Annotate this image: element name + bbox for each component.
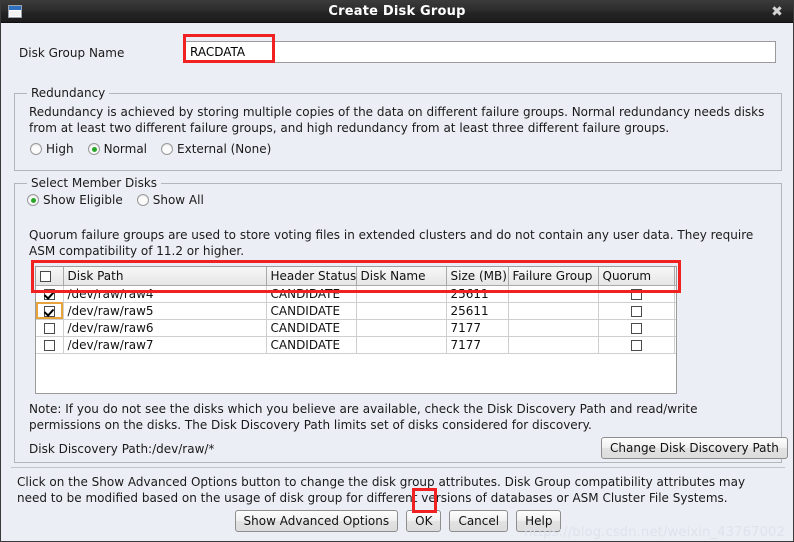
- disk-discovery-note: Note: If you do not see the disks which …: [29, 402, 698, 432]
- window-title: Create Disk Group: [328, 4, 466, 19]
- cell-disk-path: /dev/raw/raw6: [63, 319, 267, 337]
- cell-filler: [674, 302, 676, 320]
- checkbox-quorum-icon[interactable]: [630, 288, 642, 300]
- cell-disk-name: [356, 285, 447, 303]
- row-select-cell[interactable]: [36, 336, 64, 354]
- table-row[interactable]: /dev/raw/raw5 CANDIDATE 25611: [36, 302, 676, 320]
- disk-group-name-label: Disk Group Name: [19, 46, 125, 60]
- cell-failure-group: [508, 285, 599, 303]
- cell-disk-path: /dev/raw/raw4: [63, 285, 267, 303]
- redundancy-description: Redundancy is achieved by storing multip…: [29, 105, 765, 135]
- radio-icon: [161, 143, 174, 155]
- radio-redundancy-normal[interactable]: Normal: [87, 142, 148, 156]
- radio-icon: [30, 143, 42, 155]
- redundancy-legend: Redundancy: [27, 86, 110, 100]
- column-header-size-mb[interactable]: Size (MB): [446, 267, 509, 286]
- footer-hint: Click on the Show Advanced Options butto…: [17, 475, 746, 505]
- cell-filler: [674, 319, 676, 337]
- redundancy-radio-group: High Normal External (None): [30, 142, 285, 156]
- column-header-select-all[interactable]: [36, 267, 64, 286]
- dialog-content: Disk Group Name Redundancy Redundancy is…: [1, 23, 793, 541]
- disk-group-name-input[interactable]: [184, 41, 776, 63]
- select-member-disks-legend: Select Member Disks: [27, 176, 162, 190]
- radio-show-eligible[interactable]: Show Eligible: [27, 193, 123, 207]
- cell-quorum[interactable]: [598, 302, 675, 320]
- column-header-failure-group[interactable]: Failure Group: [508, 267, 599, 286]
- radio-label: Show All: [152, 193, 204, 207]
- row-select-cell[interactable]: [36, 285, 64, 303]
- cell-header-status: CANDIDATE: [266, 319, 357, 337]
- disks-table-panel[interactable]: Disk Path Header Status Disk Name Size (…: [35, 266, 677, 394]
- row-select-cell-focused[interactable]: [36, 302, 64, 320]
- table-row[interactable]: /dev/raw/raw4 CANDIDATE 25611: [36, 285, 676, 303]
- cell-disk-name: [356, 319, 447, 337]
- checkbox-row-select-icon[interactable]: [43, 305, 55, 317]
- cell-disk-path: /dev/raw/raw7: [63, 336, 267, 354]
- radio-label: Normal: [103, 142, 148, 156]
- cell-size-mb: 7177: [446, 319, 509, 337]
- checkbox-quorum-icon[interactable]: [630, 305, 642, 317]
- cancel-button[interactable]: Cancel: [449, 510, 509, 532]
- disk-group-name-row: Disk Group Name: [1, 41, 793, 69]
- radio-redundancy-external[interactable]: External (None): [161, 142, 271, 156]
- cell-failure-group: [508, 336, 599, 354]
- cell-header-status: CANDIDATE: [266, 302, 357, 320]
- column-header-quorum[interactable]: Quorum: [598, 267, 675, 286]
- cell-quorum[interactable]: [598, 336, 675, 354]
- radio-icon-selected: [27, 194, 39, 206]
- cell-disk-name: [356, 336, 447, 354]
- radio-show-all[interactable]: Show All: [136, 193, 204, 207]
- close-icon[interactable]: ✖: [768, 3, 786, 21]
- checkbox-row-select-icon[interactable]: [43, 288, 55, 300]
- radio-label: External (None): [177, 142, 272, 156]
- cell-disk-name: [356, 302, 447, 320]
- cell-header-status: CANDIDATE: [266, 285, 357, 303]
- table-row[interactable]: /dev/raw/raw7 CANDIDATE 7177: [36, 336, 676, 354]
- radio-icon-selected: [87, 143, 100, 155]
- cell-size-mb: 25611: [446, 285, 509, 303]
- cell-quorum[interactable]: [598, 319, 675, 337]
- checkbox-select-all-icon[interactable]: [40, 270, 51, 282]
- cell-size-mb: 7177: [446, 336, 509, 354]
- checkbox-quorum-icon[interactable]: [630, 322, 642, 334]
- table-row[interactable]: /dev/raw/raw6 CANDIDATE 7177: [36, 319, 676, 337]
- checkbox-quorum-icon[interactable]: [630, 339, 642, 351]
- column-header-disk-path[interactable]: Disk Path: [63, 267, 267, 286]
- column-header-header-status[interactable]: Header Status: [266, 267, 357, 286]
- cell-header-status: CANDIDATE: [266, 336, 357, 354]
- cell-size-mb: 25611: [446, 302, 509, 320]
- cell-failure-group: [508, 302, 599, 320]
- title-bar: Create Disk Group ✖: [1, 1, 793, 23]
- cell-failure-group: [508, 319, 599, 337]
- checkbox-row-select-icon[interactable]: [43, 339, 55, 351]
- cell-filler: [674, 336, 676, 354]
- radio-redundancy-high[interactable]: High: [30, 142, 74, 156]
- cell-disk-path: /dev/raw/raw5: [63, 302, 267, 320]
- create-disk-group-dialog: Create Disk Group ✖ Disk Group Name Redu…: [0, 0, 794, 542]
- disk-filter-radio-group: Show Eligible Show All: [27, 193, 218, 207]
- radio-label: High: [46, 142, 74, 156]
- watermark: https://blog.csdn.net/weixin_43767002: [524, 525, 785, 540]
- checkbox-row-select-icon[interactable]: [43, 322, 55, 334]
- table-header-row: Disk Path Header Status Disk Name Size (…: [36, 267, 676, 286]
- cell-filler: [674, 285, 676, 303]
- disks-table: Disk Path Header Status Disk Name Size (…: [36, 267, 676, 354]
- quorum-note: Quorum failure groups are used to store …: [29, 228, 754, 258]
- column-header-filler: [674, 267, 676, 286]
- cell-quorum[interactable]: [598, 285, 675, 303]
- change-disk-discovery-path-button[interactable]: Change Disk Discovery Path: [601, 437, 788, 459]
- disk-discovery-path: Disk Discovery Path:/dev/raw/*: [29, 442, 215, 456]
- show-advanced-options-button[interactable]: Show Advanced Options: [234, 510, 399, 532]
- radio-label: Show Eligible: [43, 193, 123, 207]
- footer-divider: [11, 467, 785, 468]
- column-header-disk-name[interactable]: Disk Name: [356, 267, 447, 286]
- ok-button[interactable]: OK: [406, 510, 442, 532]
- radio-icon: [136, 194, 149, 206]
- row-select-cell[interactable]: [36, 319, 64, 337]
- window-icon: [8, 5, 22, 18]
- redundancy-groupbox: Redundancy Redundancy is achieved by sto…: [14, 86, 782, 171]
